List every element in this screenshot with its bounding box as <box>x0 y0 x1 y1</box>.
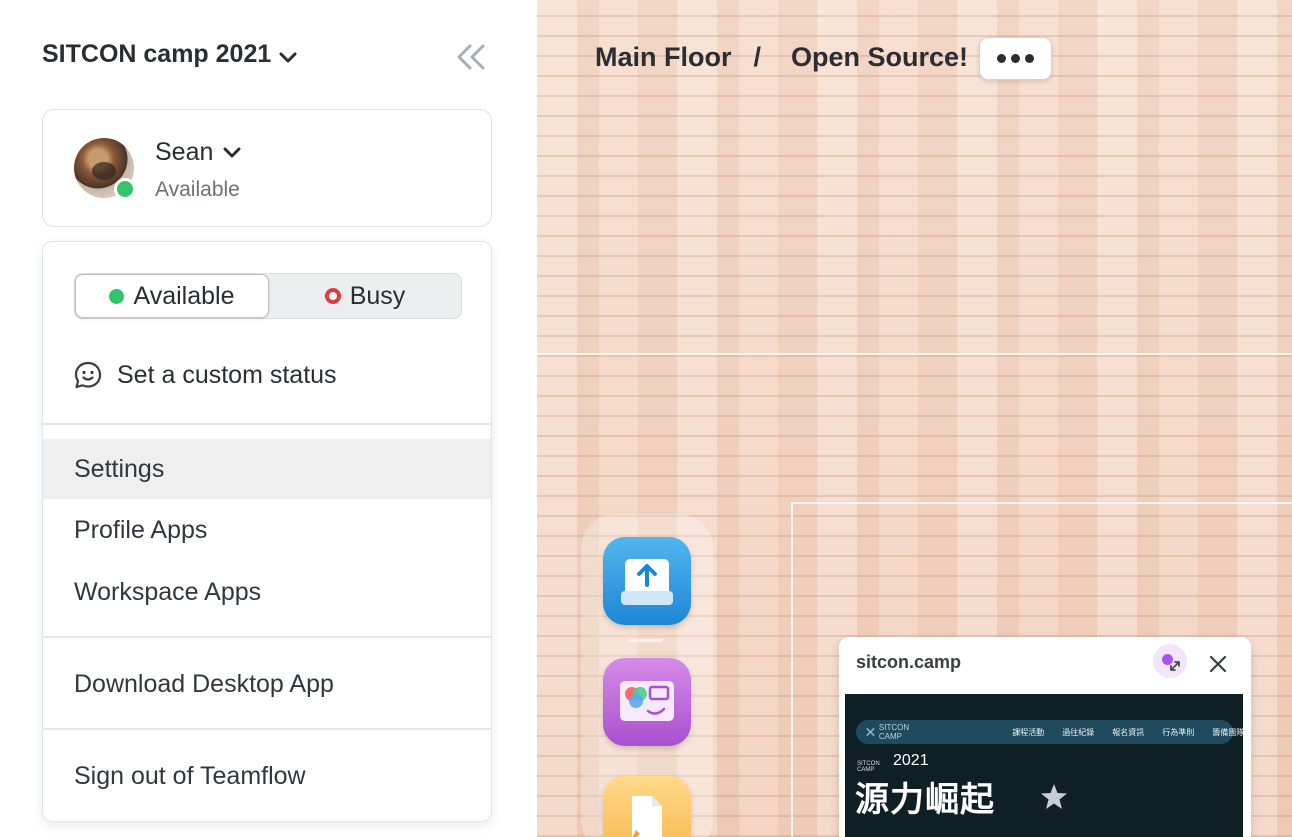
whiteboard-shapes-icon <box>620 681 674 721</box>
menu-item-label: Workspace Apps <box>74 577 262 606</box>
site-logo-text: SITCON CAMP <box>878 723 910 741</box>
breadcrumb-separator: / <box>753 42 762 72</box>
notes-app-icon[interactable] <box>603 776 691 837</box>
browser-embed-card[interactable]: sitcon.camp SITCON CAMP 課程活動 過往紀錄 報名資訊 行… <box>839 637 1251 837</box>
collapse-sidebar-button[interactable] <box>452 40 490 74</box>
status-option-busy[interactable]: Busy <box>269 274 461 318</box>
status-option-available[interactable]: Available <box>75 274 269 318</box>
site-year-number: 2021 <box>893 752 929 769</box>
breadcrumb-room[interactable]: Open Source! <box>791 42 968 73</box>
breadcrumb: Main Floor / Open Source! <box>595 42 968 73</box>
site-nav-link[interactable]: 過往紀錄 <box>1062 727 1094 738</box>
more-options-button[interactable] <box>979 37 1052 80</box>
busy-ring-icon <box>324 288 341 304</box>
status-toggle: Available Busy <box>74 273 462 319</box>
menu-item-profile-apps[interactable]: Profile Apps <box>43 500 491 560</box>
workspace-title: SITCON camp 2021 <box>42 40 272 68</box>
user-name: Sean <box>155 138 214 166</box>
menu-item-settings[interactable]: Settings <box>43 439 491 499</box>
user-profile-card[interactable]: Sean Available <box>42 109 492 227</box>
divider <box>43 636 491 638</box>
status-option-label: Available <box>133 281 235 310</box>
site-nav-link[interactable]: 報名資訊 <box>1112 727 1144 738</box>
site-logo: SITCON CAMP <box>866 723 914 741</box>
dock-separator <box>629 639 663 642</box>
presence-status-dot <box>114 178 136 200</box>
available-dot-icon <box>109 288 125 304</box>
browser-url: sitcon.camp <box>856 652 962 672</box>
sidebar: SITCON camp 2021 Sean Available Availabl… <box>0 0 537 837</box>
menu-item-label: Profile Apps <box>74 515 208 544</box>
site-nav-bar: SITCON CAMP 課程活動 過往紀錄 報名資訊 行為準則 籌備團隊 <box>856 720 1244 744</box>
app-dock <box>581 514 713 837</box>
divider <box>43 728 491 730</box>
dot <box>997 54 1006 63</box>
site-year: SITCON CAMP 2021 <box>857 752 929 773</box>
user-status-text: Available <box>155 178 240 201</box>
star-icon <box>1041 784 1067 809</box>
floor-canvas[interactable]: Main Floor / Open Source! sitcon.camp SI… <box>537 0 1292 837</box>
upload-app-icon[interactable] <box>603 537 691 625</box>
breadcrumb-floor[interactable]: Main Floor <box>595 42 732 73</box>
menu-item-label: Sign out of Teamflow <box>74 761 306 790</box>
whiteboard-app-icon[interactable] <box>603 658 691 746</box>
double-chevron-left-icon <box>457 44 485 70</box>
custom-status-label: Set a custom status <box>117 360 337 389</box>
menu-item-sign-out[interactable]: Sign out of Teamflow <box>43 746 491 806</box>
status-menu: Available Busy Set a custom status Setti… <box>42 241 492 822</box>
workspace-switcher[interactable]: SITCON camp 2021 <box>42 40 297 69</box>
sitcon-logo-icon <box>866 728 875 736</box>
divider <box>43 423 491 425</box>
dot <box>1025 54 1034 63</box>
embedded-website[interactable]: SITCON CAMP 課程活動 過往紀錄 報名資訊 行為準則 籌備團隊 SIT… <box>845 694 1244 837</box>
close-icon <box>1209 655 1227 673</box>
site-nav-link[interactable]: 課程活動 <box>1012 727 1044 738</box>
expand-arrows-icon <box>1170 661 1180 671</box>
upload-tray-icon <box>621 559 673 605</box>
site-nav-link[interactable]: 籌備團隊 <box>1212 727 1244 738</box>
close-button[interactable] <box>1205 651 1231 677</box>
site-headline: 源力崛起 <box>855 780 995 820</box>
menu-item-workspace-apps[interactable]: Workspace Apps <box>43 562 491 622</box>
menu-item-label: Download Desktop App <box>74 669 334 698</box>
chevron-down-icon <box>279 52 297 62</box>
status-option-label: Busy <box>349 281 406 310</box>
dot <box>1011 54 1020 63</box>
expand-viewer-button[interactable] <box>1153 644 1187 678</box>
chevron-down-icon <box>223 147 241 157</box>
menu-item-label: Settings <box>74 454 165 483</box>
site-nav-link[interactable]: 行為準則 <box>1162 727 1194 738</box>
chat-smile-icon <box>74 361 102 389</box>
room-boundary-line <box>537 353 1292 355</box>
set-custom-status-button[interactable]: Set a custom status <box>73 360 337 390</box>
user-name-row[interactable]: Sean <box>155 138 241 167</box>
menu-item-download-desktop-app[interactable]: Download Desktop App <box>43 654 491 714</box>
document-pencil-icon <box>632 796 662 837</box>
